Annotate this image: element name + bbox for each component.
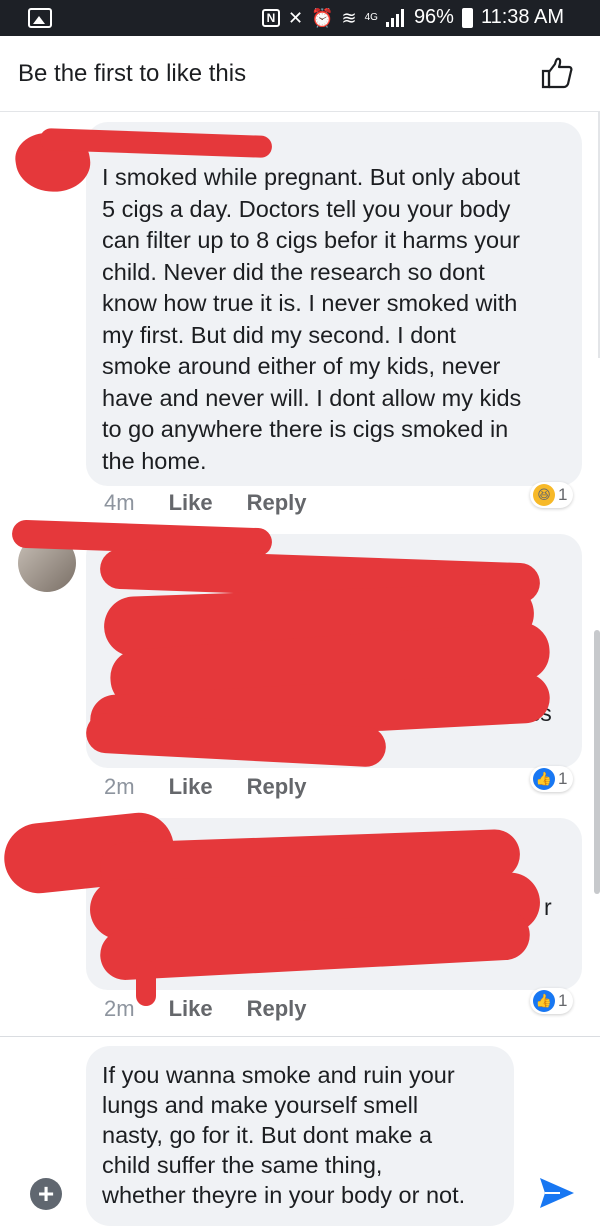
reaction-badge[interactable]: 👍 1 — [530, 766, 574, 792]
reaction-count: 1 — [558, 485, 568, 504]
composer-divider — [0, 1036, 600, 1037]
reaction-badge[interactable]: 👍 1 — [530, 988, 574, 1014]
wifi-icon: ≋ — [341, 7, 357, 28]
comment-actions: 4m Like Reply — [104, 490, 307, 516]
reaction-count: 1 — [558, 769, 568, 788]
like-emoji-icon: 👍 — [533, 768, 555, 790]
scroll-edge — [594, 112, 600, 358]
comment-time: 2m — [104, 996, 135, 1021]
nfc-icon: N — [261, 8, 280, 27]
reply-button[interactable]: Reply — [247, 774, 307, 800]
like-button[interactable]: Like — [169, 774, 213, 800]
reply-button[interactable]: Reply — [247, 996, 307, 1022]
lte-icon: 4G — [364, 11, 378, 23]
comment-bubble[interactable]: I smoked while pregnant. But only about … — [86, 122, 582, 486]
visible-fragment: r — [544, 894, 552, 920]
comment-text: I smoked while pregnant. But only about … — [102, 164, 522, 474]
comment-input[interactable]: If you wanna smoke and ruin your lungs a… — [86, 1046, 514, 1226]
status-right: N ✕ ⏰ ≋ 4G 96% 11:38 AM — [261, 6, 564, 29]
plus-icon[interactable]: + — [30, 1178, 62, 1210]
gallery-icon — [28, 8, 52, 28]
comment-time: 2m — [104, 774, 135, 799]
alarm-icon: ⏰ — [311, 7, 334, 28]
mute-icon: ✕ — [287, 7, 304, 28]
header-title: Be the first to like this — [18, 60, 247, 87]
status-left — [28, 8, 52, 28]
clock: 11:38 AM — [480, 6, 564, 28]
reply-button[interactable]: Reply — [247, 490, 307, 516]
comment-actions: 2m Like Reply — [104, 996, 307, 1022]
signal-icon — [385, 8, 406, 27]
reaction-badge[interactable]: 😆 1 — [530, 482, 574, 508]
haha-emoji-icon: 😆 — [533, 484, 555, 506]
like-button[interactable]: Like — [169, 490, 213, 516]
battery-percent: 96% — [413, 6, 454, 28]
like-emoji-icon: 👍 — [533, 990, 555, 1012]
redaction-scribble — [136, 960, 156, 1006]
comment-time: 4m — [104, 490, 135, 515]
like-button[interactable]: Like — [169, 996, 213, 1022]
comment-input-text[interactable]: If you wanna smoke and ruin your lungs a… — [102, 1060, 498, 1210]
likes-header: Be the first to like this — [0, 36, 600, 112]
like-outline-icon[interactable] — [540, 56, 574, 90]
reaction-count: 1 — [558, 991, 568, 1010]
battery-icon — [461, 7, 473, 28]
comment-actions: 2m Like Reply — [104, 774, 307, 800]
send-icon[interactable] — [538, 1176, 576, 1210]
status-bar: N ✕ ⏰ ≋ 4G 96% 11:38 AM — [0, 0, 600, 36]
scrollbar[interactable] — [594, 630, 600, 894]
